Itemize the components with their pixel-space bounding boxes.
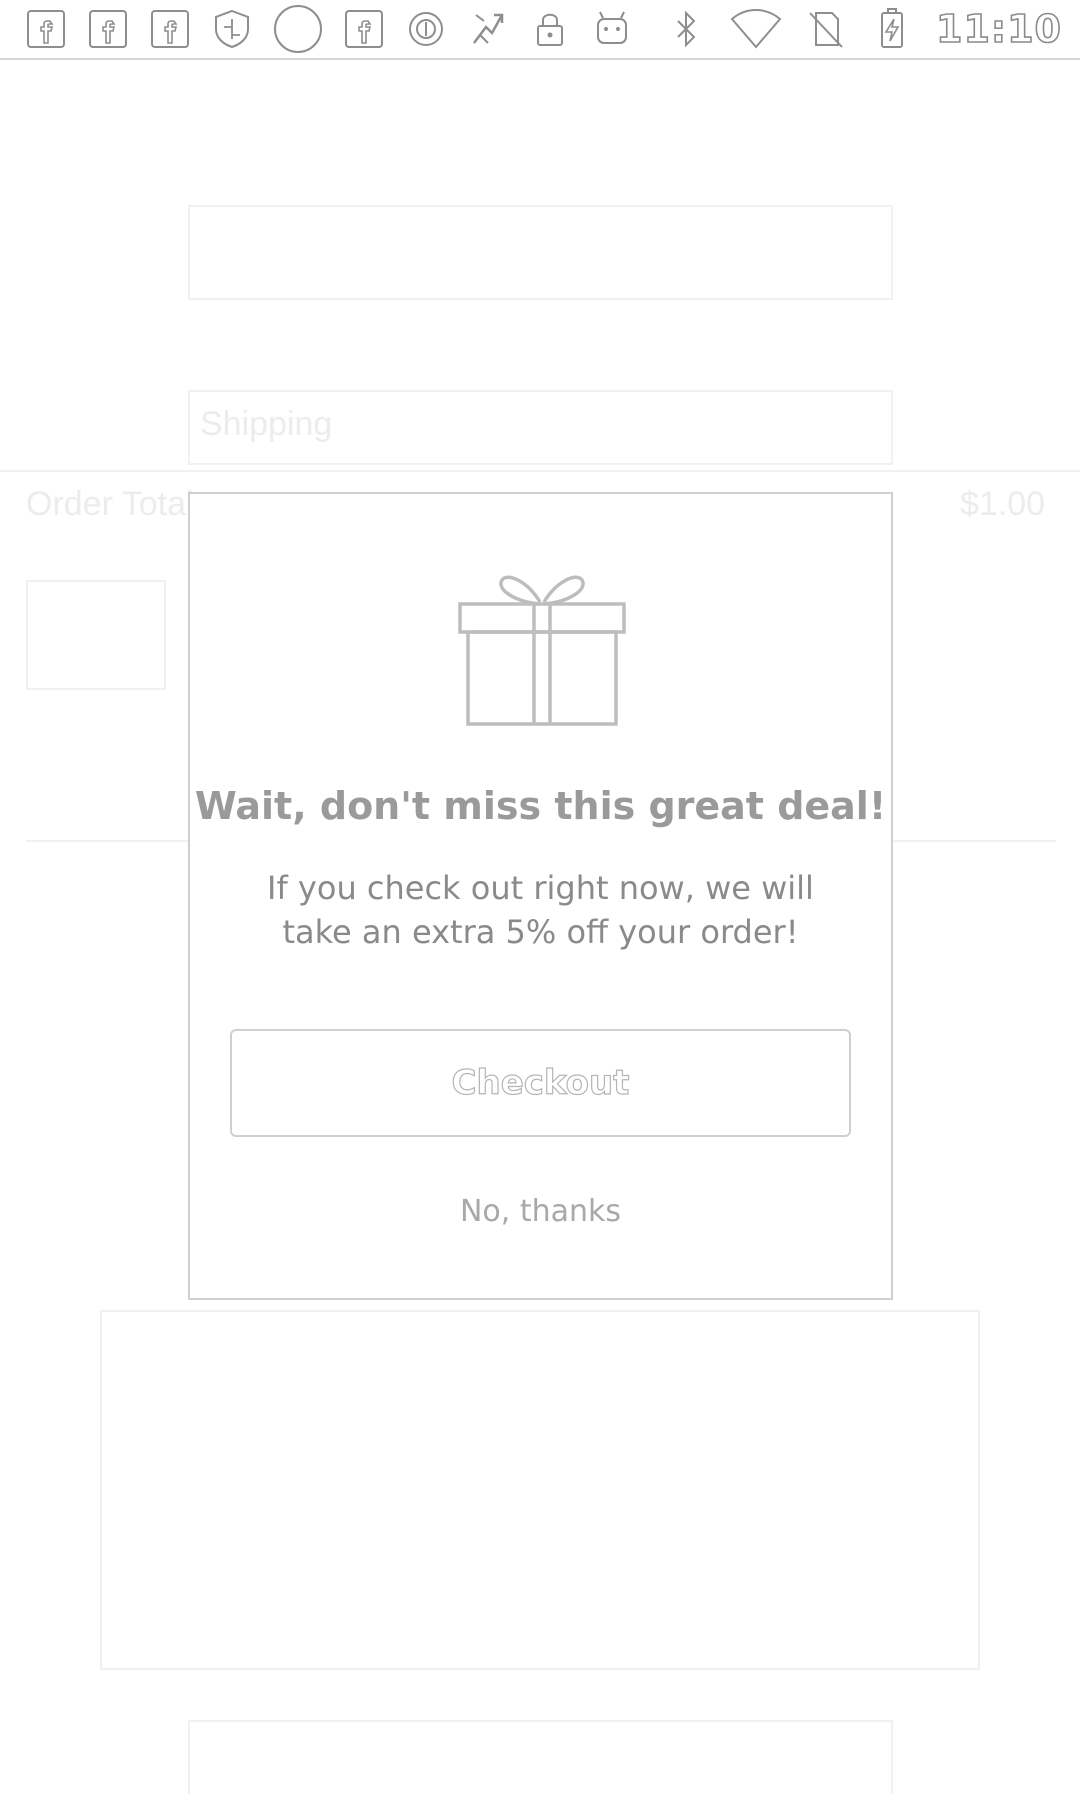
circle-icon	[272, 3, 324, 55]
background-thumbnail	[26, 580, 166, 690]
status-time: 11:10	[935, 6, 1062, 52]
background-panel	[188, 205, 893, 300]
status-bar: 11:10	[0, 0, 1080, 60]
target-icon	[404, 7, 448, 51]
shield-icon	[210, 7, 254, 51]
facebook-icon	[24, 7, 68, 51]
background-panel	[100, 1310, 980, 1670]
background-order-total-value: $1.00	[960, 485, 1046, 523]
checkout-button-label: Checkout	[451, 1062, 630, 1103]
background-order-total-label: Order Total	[26, 485, 194, 523]
notification-icons	[24, 3, 634, 55]
facebook-icon	[342, 7, 386, 51]
background-shipping-label: Shipping	[200, 405, 333, 443]
background-button	[188, 1720, 893, 1794]
gift-icon	[458, 562, 626, 728]
screen: 11:10 Shipping Order Total $1.00 Wait, d…	[0, 0, 1080, 1794]
battery-charging-icon	[870, 7, 914, 51]
wifi-icon	[730, 7, 782, 51]
lock-icon	[528, 7, 572, 51]
deal-dialog: Wait, don't miss this great deal! If you…	[188, 492, 893, 1300]
android-icon	[590, 7, 634, 51]
no-thanks-link[interactable]: No, thanks	[190, 1194, 891, 1229]
facebook-icon	[148, 7, 192, 51]
system-icons: 11:10	[664, 6, 1062, 52]
background-divider	[0, 470, 1080, 472]
facebook-icon	[86, 7, 130, 51]
bluetooth-icon	[664, 7, 708, 51]
signal-boost-icon	[466, 7, 510, 51]
dialog-title: Wait, don't miss this great deal!	[194, 784, 887, 828]
checkout-button[interactable]: Checkout	[230, 1029, 851, 1137]
dialog-message: If you check out right now, we will take…	[267, 869, 814, 951]
no-sim-icon	[804, 7, 848, 51]
